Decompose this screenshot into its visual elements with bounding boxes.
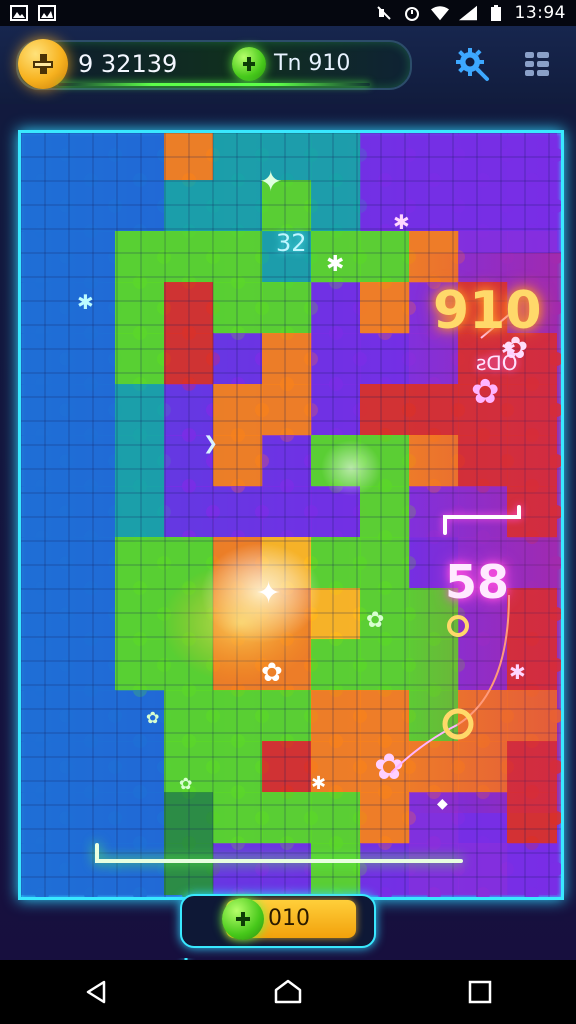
status-right: 13:94: [375, 3, 567, 23]
svg-text:◆: ◆: [437, 796, 448, 812]
glow-effect: [321, 440, 381, 496]
green-coin-icon: [222, 898, 264, 940]
target-value: Tn 910: [274, 51, 351, 76]
status-left: [10, 5, 56, 21]
wifi-icon: [430, 5, 449, 21]
floating-label-small: ƨᗡO: [476, 351, 518, 375]
recents-button[interactable]: [450, 967, 510, 1017]
menu-button[interactable]: [518, 44, 558, 84]
settings-button[interactable]: [452, 44, 492, 84]
gear-icon: [456, 48, 489, 81]
signal-icon: [458, 5, 477, 21]
status-bar: 13:94: [0, 0, 576, 26]
svg-text:✱: ✱: [326, 252, 344, 277]
svg-text:✿: ✿: [179, 774, 192, 793]
svg-text:✦: ✦: [259, 165, 282, 198]
svg-text:✿: ✿: [471, 372, 500, 412]
mute-icon: [375, 5, 393, 21]
game-screen: 13:94 9 32139 Tn 910 ✱ ✱ ✱ ✦ ✱ ✿ ✿ ❯ ✦ ✿…: [0, 0, 576, 1024]
image-icon: [10, 5, 28, 21]
menu-grid-icon: [525, 52, 549, 76]
svg-text:✱: ✱: [311, 773, 326, 794]
progress-glow: [58, 83, 370, 86]
home-button[interactable]: [258, 967, 318, 1017]
svg-text:✦: ✦: [256, 576, 281, 611]
score-value: 9 32139: [78, 50, 178, 78]
bracket-score: 58: [445, 555, 510, 609]
svg-text:✿: ✿: [374, 747, 404, 788]
bottom-counter[interactable]: 010: [180, 894, 376, 948]
navigation-bar: [0, 960, 576, 1024]
game-header: 9 32139 Tn 910: [0, 26, 576, 105]
floating-score: 910: [433, 281, 542, 341]
glow-effect: [161, 563, 321, 683]
back-icon: [86, 980, 106, 1004]
clock: 13:94: [514, 3, 566, 23]
puzzle-board[interactable]: ✱ ✱ ✱ ✦ ✱ ✿ ✿ ❯ ✦ ✿ ✿ ✿ ✱ ✱ ✿ ✿ ◆ 32 910…: [18, 130, 564, 900]
svg-text:✿: ✿: [146, 708, 159, 727]
battery-icon: [487, 5, 505, 21]
counter-value: 010: [268, 906, 310, 931]
svg-text:✱: ✱: [509, 660, 526, 684]
green-coin-icon: [232, 47, 266, 81]
home-icon: [274, 979, 302, 1004]
floating-label-top: 32: [276, 229, 307, 257]
svg-text:❯: ❯: [203, 433, 218, 454]
board-area: ✱ ✱ ✱ ✦ ✱ ✿ ✿ ❯ ✦ ✿ ✿ ✿ ✱ ✱ ✿ ✿ ◆ 32 910…: [0, 104, 576, 998]
score-panel: 9 32139 Tn 910: [16, 39, 412, 90]
gallery-icon: [38, 5, 56, 21]
back-button[interactable]: [66, 967, 126, 1017]
recents-icon: [468, 980, 492, 1004]
svg-text:✿: ✿: [366, 608, 384, 633]
alarm-icon: [403, 5, 421, 21]
svg-text:✱: ✱: [393, 210, 410, 234]
svg-text:✱: ✱: [77, 290, 94, 314]
svg-text:✿: ✿: [261, 658, 283, 688]
gold-coin-icon: [18, 39, 68, 89]
